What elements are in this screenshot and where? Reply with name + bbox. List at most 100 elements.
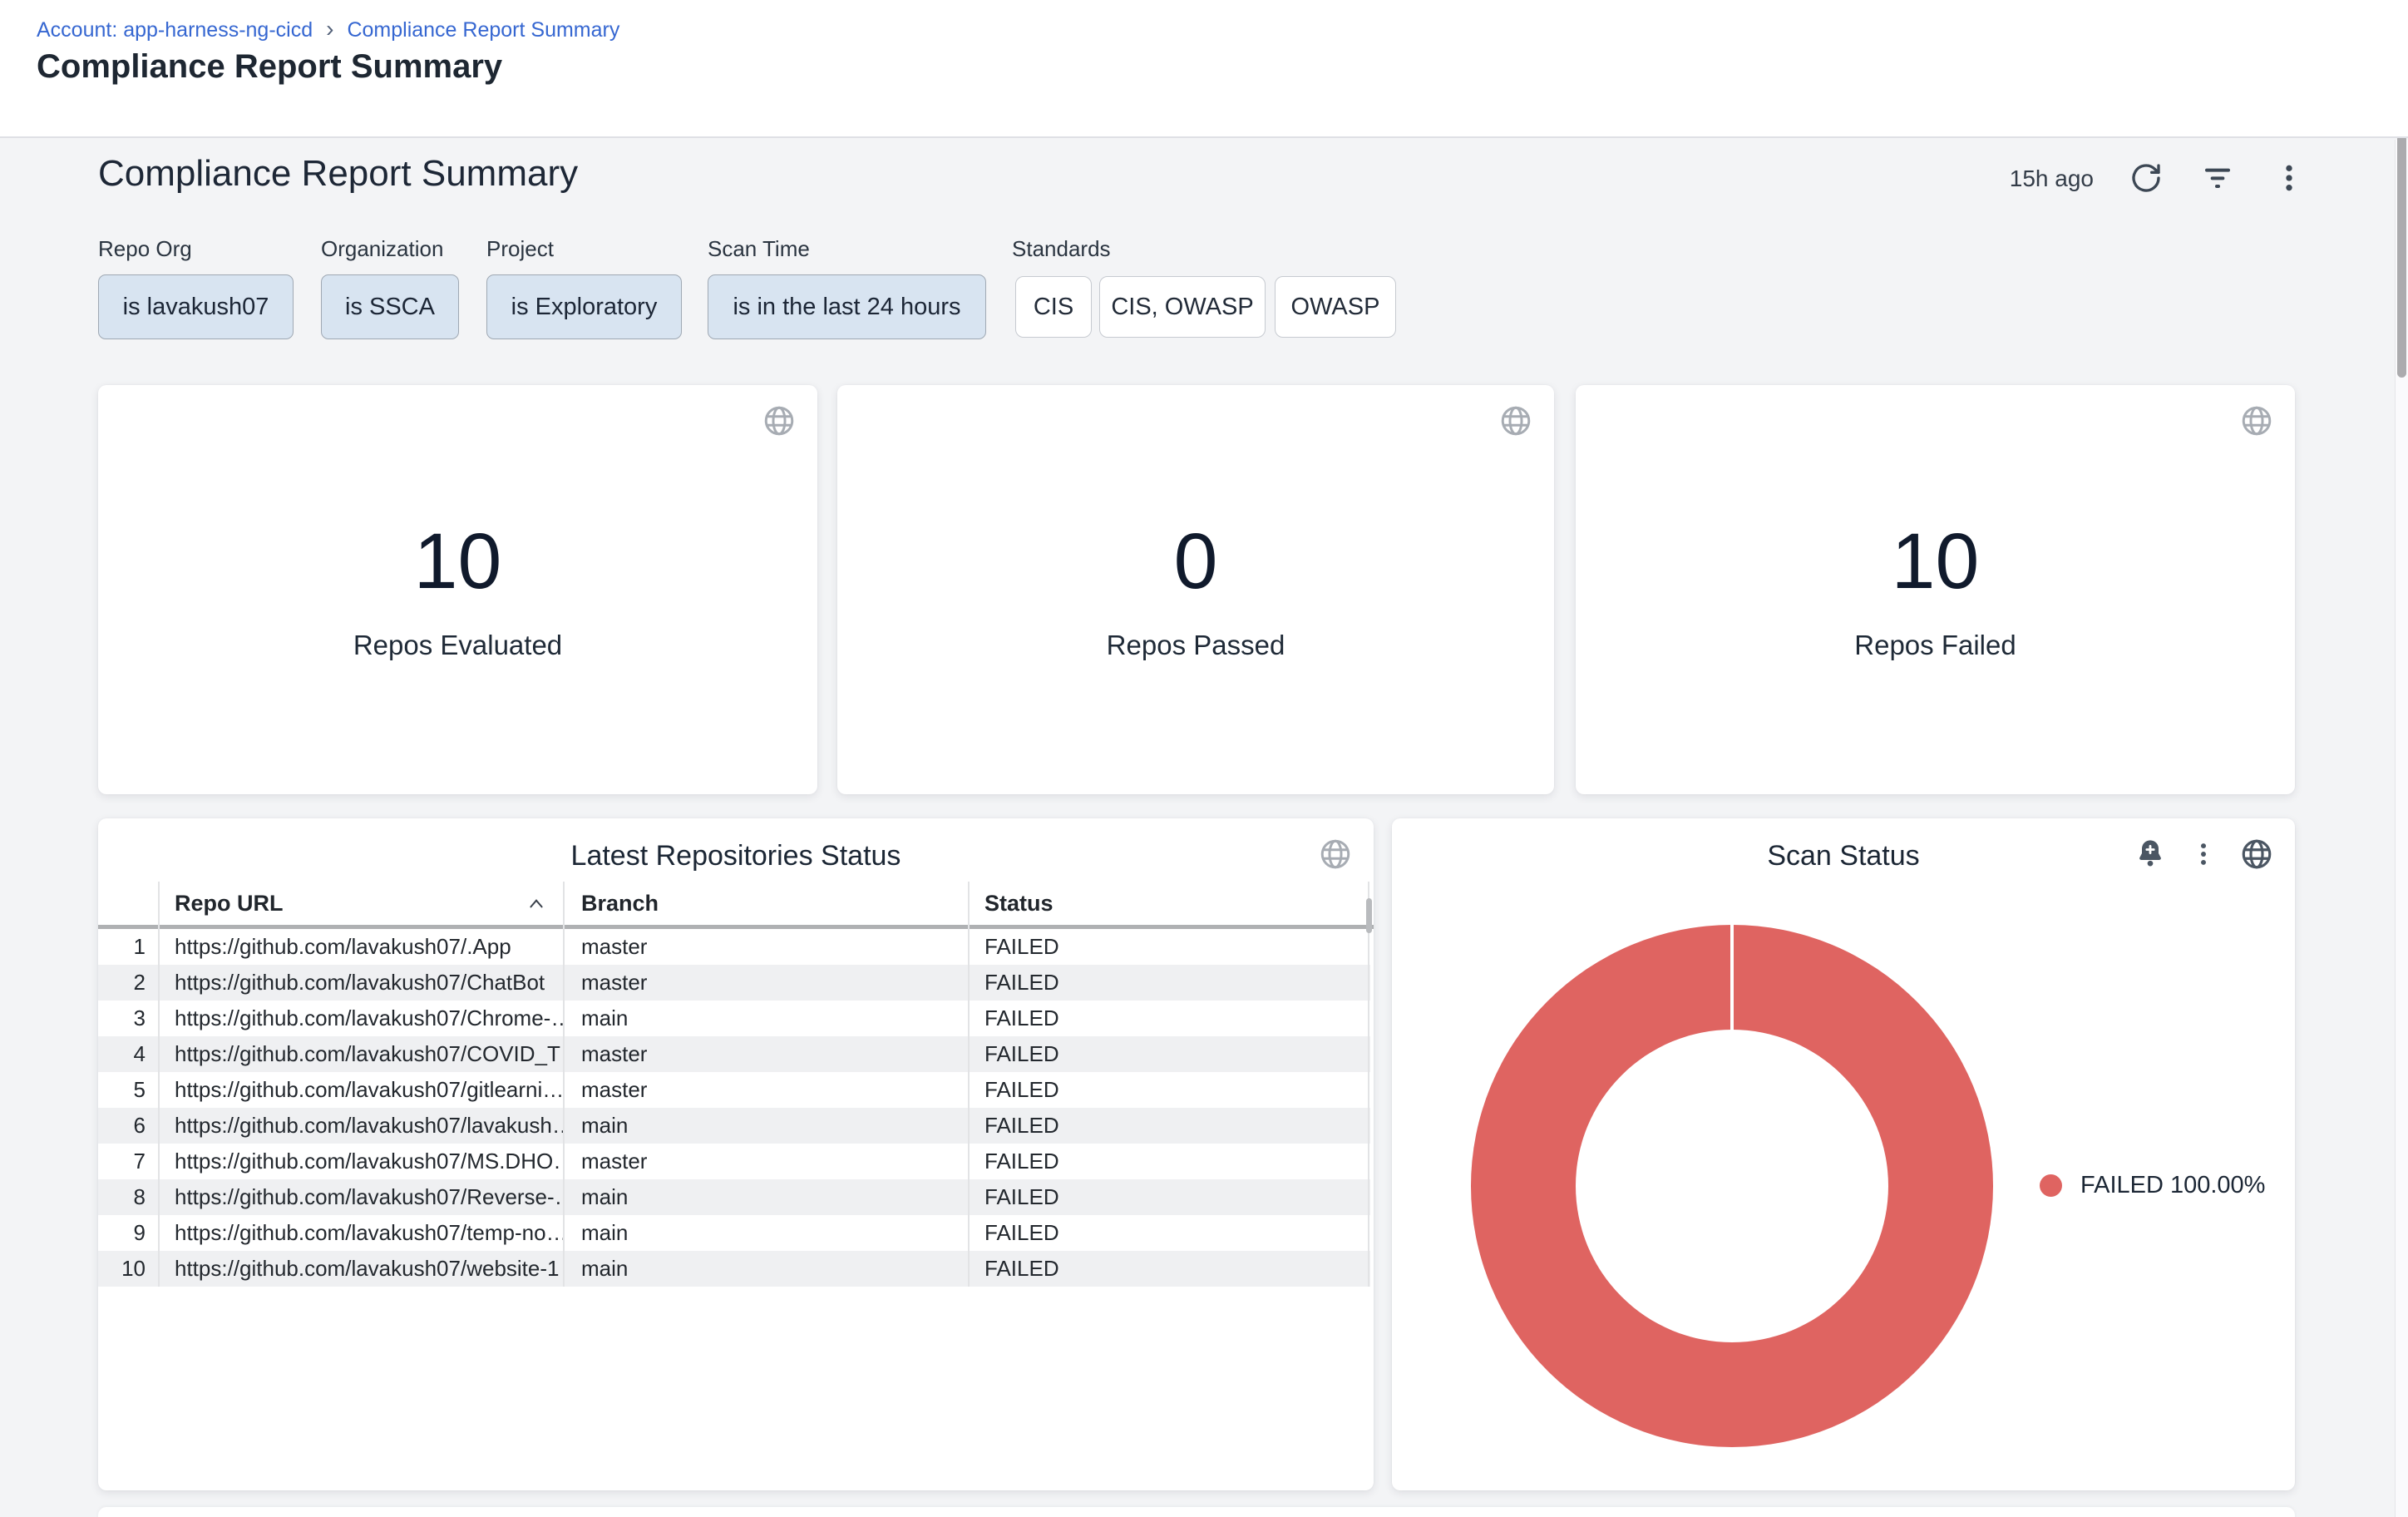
tile-globe-button[interactable] xyxy=(2238,837,2275,873)
page-title: Compliance Report Summary xyxy=(37,48,502,86)
table-header-row: Repo URL Branch Status xyxy=(98,882,1370,925)
filter-chip-project[interactable]: is Exploratory xyxy=(486,274,682,339)
table-row[interactable]: 3https://github.com/lavakush07/Chrome-…m… xyxy=(98,1001,1370,1036)
stat-card-repos-evaluated: 10 Repos Evaluated xyxy=(98,385,817,794)
table-row[interactable]: 5https://github.com/lavakush07/gitlearni… xyxy=(98,1072,1370,1108)
scan-status-card: Scan Status xyxy=(1392,818,2295,1490)
row-number-cell: 8 xyxy=(98,1184,159,1210)
table-row[interactable]: 4https://github.com/lavakush07/COVID_T…m… xyxy=(98,1036,1370,1072)
status-cell: FAILED xyxy=(969,1113,1370,1139)
repo-url-cell: https://github.com/lavakush07/.App xyxy=(159,934,564,960)
kebab-menu-icon xyxy=(2189,840,2218,871)
globe-icon xyxy=(2239,403,2274,441)
breadcrumb-account-link[interactable]: Account: app-harness-ng-cicd xyxy=(37,18,313,42)
branch-cell: master xyxy=(564,1077,969,1103)
table-row[interactable]: 1https://github.com/lavakush07/.Appmaste… xyxy=(98,929,1370,965)
status-cell: FAILED xyxy=(969,1149,1370,1174)
repo-url-cell: https://github.com/lavakush07/COVID_T… xyxy=(159,1041,564,1067)
status-cell: FAILED xyxy=(969,1256,1370,1282)
filter-chip-organization[interactable]: is SSCA xyxy=(321,274,459,339)
branch-cell: master xyxy=(564,1149,969,1174)
row-number-cell: 6 xyxy=(98,1113,159,1139)
stat-value: 10 xyxy=(1576,518,2295,605)
repos-table-title: Latest Repositories Status xyxy=(98,840,1374,872)
donut-hole xyxy=(1576,1030,1888,1342)
column-header-label: Repo URL xyxy=(175,891,284,917)
dashboard-title: Compliance Report Summary xyxy=(98,153,578,195)
scan-card-more-button[interactable] xyxy=(2188,837,2218,873)
stat-value: 0 xyxy=(837,518,1554,605)
repos-table-card: Latest Repositories Status Repo URL Bran… xyxy=(98,818,1374,1490)
status-cell: FAILED xyxy=(969,1006,1370,1031)
legend-item-failed[interactable]: FAILED 100.00% xyxy=(2040,1172,2265,1199)
status-cell: FAILED xyxy=(969,1184,1370,1210)
row-number-cell: 10 xyxy=(98,1256,159,1282)
tile-globe-button[interactable] xyxy=(761,403,797,440)
branch-cell: main xyxy=(564,1220,969,1246)
standards-option-cis-owasp[interactable]: CIS, OWASP xyxy=(1099,276,1266,338)
breadcrumb-current-link[interactable]: Compliance Report Summary xyxy=(347,18,619,42)
dashboard-filters-button[interactable] xyxy=(2198,160,2237,198)
column-header-branch[interactable]: Branch xyxy=(564,891,969,917)
alert-bell-button[interactable] xyxy=(2132,837,2169,873)
table-row[interactable]: 9https://github.com/lavakush07/temp-no…m… xyxy=(98,1215,1370,1251)
table-row[interactable]: 6https://github.com/lavakush07/lavakush…… xyxy=(98,1108,1370,1144)
table-row[interactable]: 10https://github.com/lavakush07/website-… xyxy=(98,1251,1370,1287)
repo-url-cell: https://github.com/lavakush07/lavakush… xyxy=(159,1113,564,1139)
column-header-repo-url[interactable]: Repo URL xyxy=(159,891,564,917)
next-dashboard-card-partial xyxy=(98,1507,2295,1517)
stat-label: Repos Failed xyxy=(1576,630,2295,661)
last-refreshed-label: 15h ago xyxy=(2010,166,2094,192)
column-divider xyxy=(563,882,565,1287)
table-row[interactable]: 2https://github.com/lavakush07/ChatBotma… xyxy=(98,965,1370,1001)
row-number-cell: 1 xyxy=(98,934,159,960)
status-cell: FAILED xyxy=(969,934,1370,960)
filter-label-standards: Standards xyxy=(1012,236,1111,262)
kebab-menu-icon xyxy=(2272,161,2306,197)
branch-cell: main xyxy=(564,1184,969,1210)
tile-globe-button[interactable] xyxy=(1317,837,1354,873)
filter-chip-scan-time[interactable]: is in the last 24 hours xyxy=(708,274,986,339)
breadcrumb-separator-icon: › xyxy=(326,17,333,41)
table-scrollbar-thumb[interactable] xyxy=(1366,898,1372,933)
repo-url-cell: https://github.com/lavakush07/Reverse-… xyxy=(159,1184,564,1210)
filter-label-scan-time: Scan Time xyxy=(708,236,810,262)
stat-value: 10 xyxy=(98,518,817,605)
stat-label: Repos Evaluated xyxy=(98,630,817,661)
status-cell: FAILED xyxy=(969,970,1370,996)
column-divider xyxy=(968,882,970,1287)
branch-cell: master xyxy=(564,934,969,960)
repo-url-cell: https://github.com/lavakush07/ChatBot xyxy=(159,970,564,996)
branch-cell: master xyxy=(564,1041,969,1067)
filter-chip-repo-org[interactable]: is lavakush07 xyxy=(98,274,294,339)
page-scrollbar-thumb[interactable] xyxy=(2397,135,2406,378)
standards-option-owasp[interactable]: OWASP xyxy=(1275,276,1396,338)
repo-url-cell: https://github.com/lavakush07/Chrome-… xyxy=(159,1006,564,1031)
scan-card-actions xyxy=(2132,837,2275,873)
repo-url-cell: https://github.com/lavakush07/website-1 xyxy=(159,1256,564,1282)
scan-status-donut-chart[interactable] xyxy=(1471,925,1993,1447)
dashboard-more-button[interactable] xyxy=(2270,160,2308,198)
refresh-icon xyxy=(2129,161,2163,197)
standards-option-cis[interactable]: CIS xyxy=(1015,276,1092,338)
table-row[interactable]: 7https://github.com/lavakush07/MS.DHO…ma… xyxy=(98,1144,1370,1179)
globe-icon xyxy=(1318,837,1353,874)
refresh-button[interactable] xyxy=(2127,160,2165,198)
sort-ascending-icon xyxy=(527,897,545,910)
row-number-cell: 5 xyxy=(98,1077,159,1103)
status-cell: FAILED xyxy=(969,1220,1370,1246)
column-header-status[interactable]: Status xyxy=(969,891,1370,917)
globe-icon xyxy=(762,403,797,441)
row-number-cell: 4 xyxy=(98,1041,159,1067)
tile-globe-button[interactable] xyxy=(1498,403,1534,440)
breadcrumb: Account: app-harness-ng-cicd › Complianc… xyxy=(37,18,619,42)
repo-url-cell: https://github.com/lavakush07/temp-no… xyxy=(159,1220,564,1246)
donut-slice-boundary xyxy=(1730,925,1734,1030)
table-row[interactable]: 8https://github.com/lavakush07/Reverse-…… xyxy=(98,1179,1370,1215)
bell-plus-icon xyxy=(2134,838,2167,873)
column-divider xyxy=(1368,882,1369,1287)
row-number-cell: 3 xyxy=(98,1006,159,1031)
globe-icon xyxy=(2239,837,2274,874)
tile-globe-button[interactable] xyxy=(2238,403,2275,440)
row-number-cell: 2 xyxy=(98,970,159,996)
